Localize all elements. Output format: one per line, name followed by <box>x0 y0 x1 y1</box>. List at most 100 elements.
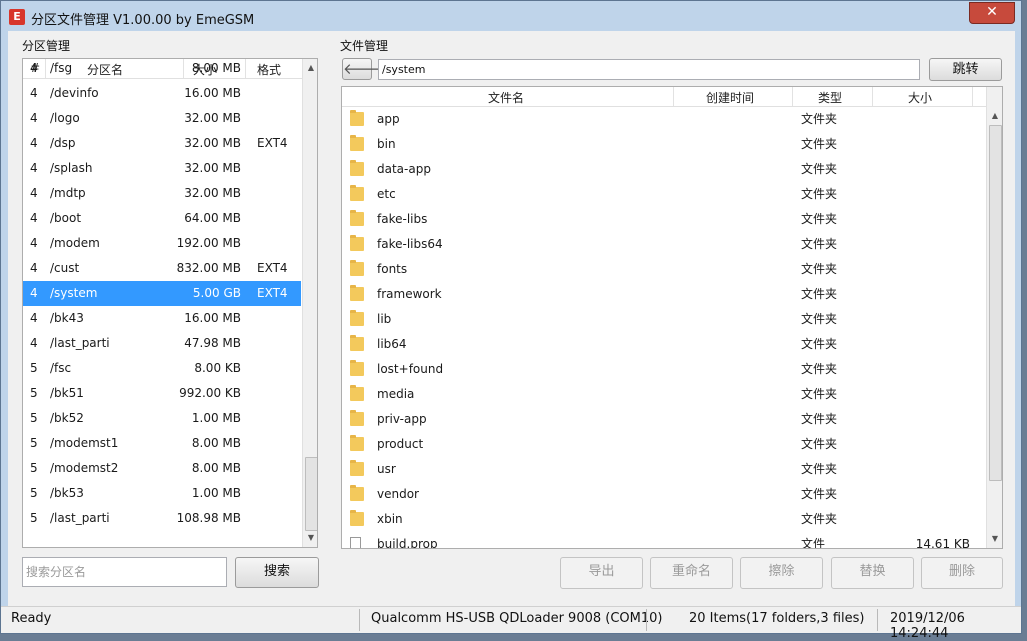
file-row[interactable]: fake-libs 文件夹 <box>342 207 986 232</box>
file-row[interactable]: vendor 文件夹 <box>342 482 986 507</box>
partition-size: 8.00 MB <box>191 461 241 475</box>
partition-row[interactable]: 4/system 5.00 GB EXT4 <box>23 281 301 306</box>
col-ctime-header[interactable]: 创建时间 <box>706 89 754 106</box>
file-row[interactable]: lib64 文件夹 <box>342 332 986 357</box>
partition-row[interactable]: 4/fsg 8.00 MB <box>23 59 301 81</box>
search-button[interactable]: 搜索 <box>235 557 319 588</box>
file-row[interactable]: lib 文件夹 <box>342 307 986 332</box>
scroll-thumb[interactable] <box>305 457 317 531</box>
file-row[interactable]: build.prop 文件 14.61 KB <box>342 532 986 549</box>
file-type: 文件 <box>801 537 826 549</box>
file-row[interactable]: fonts 文件夹 <box>342 257 986 282</box>
folder-icon <box>350 110 364 126</box>
partition-search-input[interactable]: 搜索分区名 <box>22 557 227 587</box>
partition-row[interactable]: 4/splash 32.00 MB <box>23 156 301 181</box>
partition-row[interactable]: 4/last_parti 47.98 MB <box>23 331 301 356</box>
partition-format: EXT4 <box>257 286 288 300</box>
file-type: 文件夹 <box>801 237 838 251</box>
partition-num: 4 <box>30 336 38 350</box>
file-list-scrollbar[interactable]: ▲ ▼ <box>986 87 1002 548</box>
partition-num: 4 <box>30 86 38 100</box>
path-input[interactable]: /system <box>378 59 920 80</box>
partition-name: /system <box>50 286 98 300</box>
partition-row[interactable]: 5/last_parti 108.98 MB <box>23 506 301 531</box>
partition-row[interactable]: 4/boot 64.00 MB <box>23 206 301 231</box>
partition-num: 5 <box>30 386 38 400</box>
file-name: etc <box>377 187 396 201</box>
partition-size: 16.00 MB <box>184 86 241 100</box>
partition-row[interactable]: 5/modemst2 8.00 MB <box>23 456 301 481</box>
file-row[interactable]: app 文件夹 <box>342 107 986 132</box>
file-list[interactable]: 文件名 创建时间 类型 大小 app 文件夹 bin 文件夹 data-app 文件夹 et… <box>341 86 1003 549</box>
partition-row[interactable]: 5/fsc 8.00 KB <box>23 356 301 381</box>
file-row[interactable]: product 文件夹 <box>342 432 986 457</box>
partition-name: /splash <box>50 161 93 175</box>
delete-button[interactable]: 删除 <box>921 557 1003 589</box>
file-row[interactable]: bin 文件夹 <box>342 132 986 157</box>
replace-button[interactable]: 替换 <box>831 557 914 589</box>
file-name: priv-app <box>377 412 427 426</box>
file-row[interactable]: etc 文件夹 <box>342 182 986 207</box>
partition-num: 4 <box>30 286 38 300</box>
partition-row[interactable]: 5/bk51 992.00 KB <box>23 381 301 406</box>
col-filename-header[interactable]: 文件名 <box>488 89 524 106</box>
file-row[interactable]: fake-libs64 文件夹 <box>342 232 986 257</box>
folder-icon <box>350 235 364 251</box>
partition-size: 192.00 MB <box>176 236 241 250</box>
file-name: vendor <box>377 487 419 501</box>
file-row[interactable]: priv-app 文件夹 <box>342 407 986 432</box>
partition-group-label: 分区管理 <box>22 39 71 53</box>
folder-icon <box>350 435 364 451</box>
file-row[interactable]: usr 文件夹 <box>342 457 986 482</box>
folder-icon <box>350 410 364 426</box>
partition-list[interactable]: # 分区名 大小 格式 4/fsg 8.00 MB 4/devinfo 16.00 M… <box>22 58 318 548</box>
file-name: data-app <box>377 162 431 176</box>
partition-row[interactable]: 5/bk53 1.00 MB <box>23 481 301 506</box>
file-row[interactable]: framework 文件夹 <box>342 282 986 307</box>
scroll-down-arrow-icon[interactable]: ▼ <box>303 530 317 546</box>
partition-row[interactable]: 4/devinfo 16.00 MB <box>23 81 301 106</box>
partition-size: 64.00 MB <box>184 211 241 225</box>
partition-size: 1.00 MB <box>191 411 241 425</box>
scroll-thumb[interactable] <box>989 125 1002 481</box>
file-type: 文件夹 <box>801 312 838 326</box>
close-button[interactable]: ✕ <box>969 2 1015 24</box>
file-row[interactable]: media 文件夹 <box>342 382 986 407</box>
col-type-header[interactable]: 类型 <box>818 89 842 106</box>
export-button[interactable]: 导出 <box>560 557 643 589</box>
partition-list-scrollbar[interactable]: ▲ ▼ <box>302 59 317 547</box>
file-name: xbin <box>377 512 403 526</box>
partition-row[interactable]: 5/bk52 1.00 MB <box>23 406 301 431</box>
partition-name: /mdtp <box>50 186 86 200</box>
partition-size: 5.00 GB <box>192 286 241 300</box>
title-bar[interactable]: E 分区文件管理 V1.00.00 by EmeGSM ✕ <box>1 1 1021 31</box>
file-name: framework <box>377 287 442 301</box>
back-button[interactable]: 🡐 <box>342 58 383 80</box>
partition-row[interactable]: 4/cust 832.00 MB EXT4 <box>23 256 301 281</box>
rename-button[interactable]: 重命名 <box>650 557 733 589</box>
col-size-header[interactable]: 大小 <box>908 89 932 106</box>
scroll-up-arrow-icon[interactable]: ▲ <box>303 60 317 76</box>
window-title: 分区文件管理 V1.00.00 by EmeGSM <box>31 13 255 28</box>
partition-row[interactable]: 4/modem 192.00 MB <box>23 231 301 256</box>
file-row[interactable]: data-app 文件夹 <box>342 157 986 182</box>
file-type: 文件夹 <box>801 162 838 176</box>
partition-row[interactable]: 4/mdtp 32.00 MB <box>23 181 301 206</box>
partition-name: /fsg <box>50 61 73 75</box>
jump-button[interactable]: 跳转 <box>929 58 1002 81</box>
erase-button[interactable]: 擦除 <box>740 557 823 589</box>
partition-format: EXT4 <box>257 261 288 275</box>
partition-size: 47.98 MB <box>184 336 241 350</box>
file-type: 文件夹 <box>801 487 838 501</box>
scroll-down-arrow-icon[interactable]: ▼ <box>987 531 1002 547</box>
status-datetime: 2019/12/06 14:24:44 <box>890 611 965 641</box>
partition-size: 8.00 MB <box>191 436 241 450</box>
file-row[interactable]: lost+found 文件夹 <box>342 357 986 382</box>
partition-row[interactable]: 4/bk43 16.00 MB <box>23 306 301 331</box>
file-row[interactable]: xbin 文件夹 <box>342 507 986 532</box>
partition-num: 5 <box>30 461 38 475</box>
scroll-up-arrow-icon[interactable]: ▲ <box>987 108 1002 124</box>
partition-row[interactable]: 4/dsp 32.00 MB EXT4 <box>23 131 301 156</box>
partition-row[interactable]: 5/modemst1 8.00 MB <box>23 431 301 456</box>
partition-row[interactable]: 4/logo 32.00 MB <box>23 106 301 131</box>
